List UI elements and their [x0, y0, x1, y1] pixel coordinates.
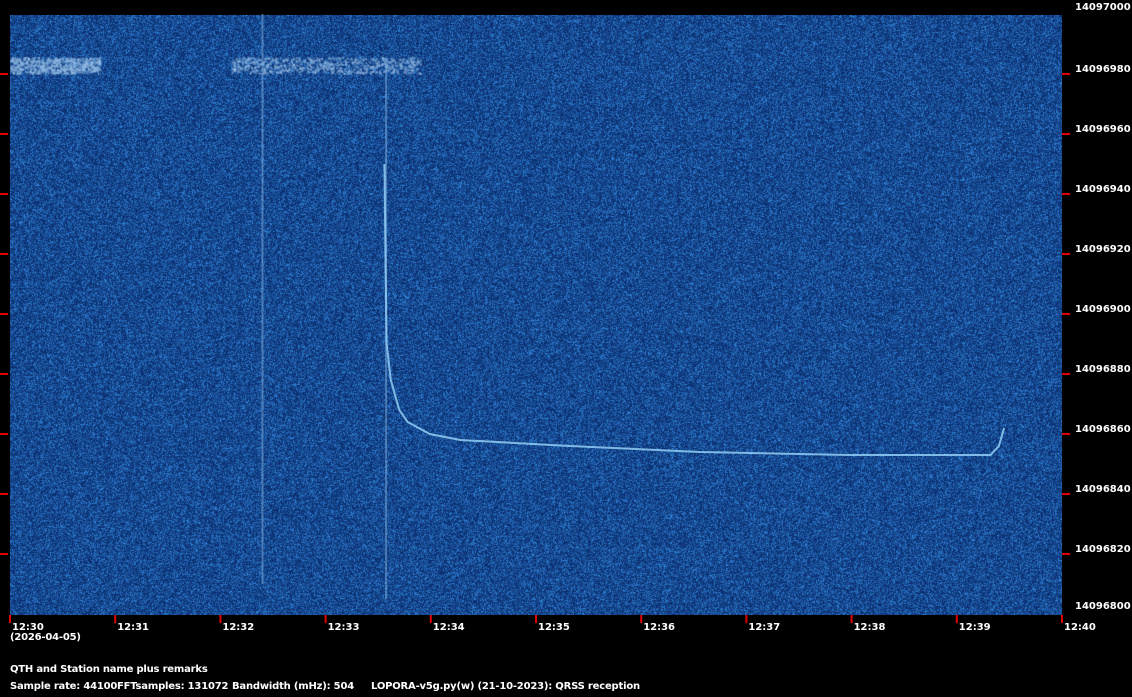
y-tick-label: 14096820 [1075, 544, 1131, 555]
x-tick-label: 12:38 [854, 622, 886, 633]
x-tick-label: 12:35 [538, 622, 570, 633]
remarks-text: QTH and Station name plus remarks [10, 664, 208, 675]
x-tick-label: 12:39 [959, 622, 991, 633]
fft-samples-text: FFTsamples: 131072 [117, 681, 228, 692]
y-tick-label: 14096920 [1075, 244, 1131, 255]
y-tick-label: 14096860 [1075, 424, 1131, 435]
x-tick-label: 12:40 [1064, 622, 1096, 633]
sample-rate-text: Sample rate: 44100 [10, 681, 117, 692]
signal-trace [385, 164, 1005, 455]
y-tick-label: 14096880 [1075, 364, 1131, 375]
x-tick-label: 12:37 [748, 622, 780, 633]
y-tick-label: 14096800 [1075, 601, 1131, 612]
y-tick-label: 14096980 [1075, 64, 1131, 75]
y-tick-label: 14097000 [1075, 2, 1131, 13]
x-tick-label: 12:33 [328, 622, 360, 633]
x-tick-label: 12:32 [222, 622, 254, 633]
y-tick-label: 14096940 [1075, 184, 1131, 195]
spectrogram-plot: 14097000 14096980 14096960 14096940 14096920… [0, 0, 1132, 697]
x-tick-label: 12:36 [643, 622, 675, 633]
software-title: LOPORA-v5g.py(w) (21-10-2023): QRSS rece… [371, 681, 640, 692]
y-tick-label: 14096840 [1075, 484, 1131, 495]
bandwidth-text: Bandwidth (mHz): 504 [232, 681, 354, 692]
x-tick-label: 12:31 [117, 622, 149, 633]
x-tick-label: 12:34 [433, 622, 465, 633]
date-label: (2026-04-05) [10, 632, 81, 643]
y-tick-label: 14096900 [1075, 304, 1131, 315]
y-tick-label: 14096960 [1075, 124, 1131, 135]
